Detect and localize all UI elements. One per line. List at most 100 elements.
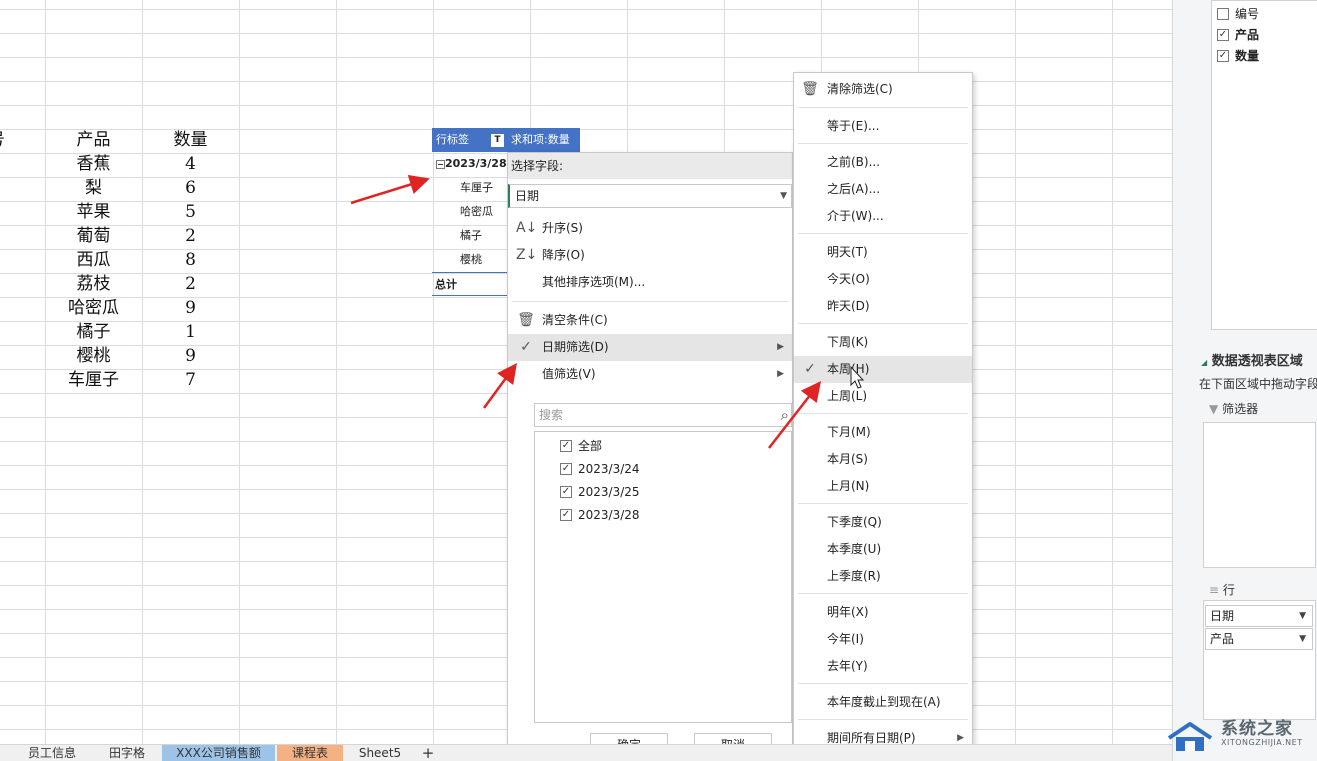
cell-id[interactable] [0,224,18,248]
date-filter-item[interactable]: ✓ 日期筛选(D) ▶ [508,334,792,361]
cell-product[interactable]: 橘子 [45,320,142,344]
search-icon[interactable]: ⌕ [781,404,789,426]
cell-product[interactable]: 梨 [45,176,142,200]
checkbox-checked-icon[interactable]: ✓ [560,440,572,452]
between-item[interactable]: 介于(W)... [794,203,972,230]
checkbox-checked-icon[interactable]: ✓ [560,486,572,498]
sheet-tab[interactable]: XXX公司销售额 [162,745,275,761]
cell-product[interactable]: 葡萄 [45,224,142,248]
add-sheet-button[interactable]: + [418,745,438,761]
cell-qty[interactable]: 2 [142,272,239,296]
pivot-item[interactable]: 哈密瓜 [432,200,507,224]
yesterday-item[interactable]: 昨天(D) [794,293,972,320]
collapse-icon[interactable]: − [436,159,445,169]
cell-id[interactable] [0,344,18,368]
year-to-date-item[interactable]: 本年度截止到现在(A) [794,689,972,716]
after-item[interactable]: 之后(A)... [794,176,972,203]
field-item[interactable]: ✓ 数量 [1217,46,1259,66]
header-id[interactable]: 号 [0,128,18,152]
before-item[interactable]: 之前(B)... [794,149,972,176]
cell-id[interactable] [0,152,18,176]
sheet-tab[interactable]: 课程表 [277,745,343,761]
cell-qty[interactable]: 1 [142,320,239,344]
pivot-item[interactable]: 樱桃 [432,248,507,272]
clear-filter-item[interactable]: 🗑 清除筛选(C) [794,76,972,103]
cell-qty[interactable]: 8 [142,248,239,272]
sort-ascending-item[interactable]: A↓ 升序(S) [508,215,792,242]
this-year-item[interactable]: 今年(I) [794,626,972,653]
header-product[interactable]: 产品 [45,128,142,152]
sheet-tab[interactable]: Sheet5 [345,745,415,761]
cell-id[interactable] [0,320,18,344]
equals-item[interactable]: 等于(E)... [794,113,972,140]
last-quarter-item[interactable]: 上季度(R) [794,563,972,590]
next-year-item[interactable]: 明年(X) [794,599,972,626]
sheet-tab[interactable]: 员工信息 [12,745,92,761]
checkbox-checked-icon[interactable]: ✓ [560,509,572,521]
cell-product[interactable]: 哈密瓜 [45,296,142,320]
cell-product[interactable]: 香蕉 [45,152,142,176]
cell-id[interactable] [0,200,18,224]
next-month-item[interactable]: 下月(M) [794,419,972,446]
last-month-item[interactable]: 上月(N) [794,473,972,500]
caret-down-icon[interactable]: ▼ [1299,629,1306,649]
pivot-group-row[interactable]: −2023/3/28 [432,152,507,176]
cell-id[interactable] [0,272,18,296]
sort-more-item[interactable]: 其他排序选项(M)... [508,269,792,296]
pivot-total[interactable]: 总计 [432,272,507,296]
field-item[interactable]: ✓ 产品 [1217,25,1259,45]
checkbox-checked-icon[interactable]: ✓ [1217,50,1229,62]
value-list-item[interactable]: ✓ 2023/3/25 [560,482,640,502]
pivot-area-title[interactable]: ◢ 数据透视表区域 [1201,350,1303,369]
pivot-row-label-header[interactable]: 行标签 T [432,128,507,152]
cell-product[interactable]: 苹果 [45,200,142,224]
cell-id[interactable] [0,176,18,200]
value-list-item[interactable]: ✓ 2023/3/24 [560,459,640,479]
cell-product[interactable]: 车厘子 [45,368,142,392]
clear-conditions-item[interactable]: 🗑 清空条件(C) [508,307,792,334]
value-filter-item[interactable]: 值筛选(V) ▶ [508,361,792,388]
pivot-item[interactable]: 车厘子 [432,176,507,200]
field-item[interactable]: 编号 [1217,4,1259,24]
cell-product[interactable]: 樱桃 [45,344,142,368]
cell-id[interactable]: 0 [0,368,18,392]
cell-qty[interactable]: 5 [142,200,239,224]
sheet-tab[interactable]: 田字格 [92,745,162,761]
checkbox-unchecked-icon[interactable] [1217,8,1229,20]
next-week-item[interactable]: 下周(K) [794,329,972,356]
value-list-item[interactable]: ✓ 全部 [560,436,602,456]
field-select[interactable]: 日期 ▼ [508,184,792,208]
sort-descending-item[interactable]: Z↓ 降序(O) [508,242,792,269]
this-quarter-item[interactable]: 本季度(U) [794,536,972,563]
pivot-value-header[interactable]: 求和项:数量 [507,128,580,152]
row-field-product[interactable]: 产品 ▼ [1205,628,1313,650]
today-item[interactable]: 今天(O) [794,266,972,293]
filters-drop-area[interactable] [1203,422,1316,568]
cell-qty[interactable]: 6 [142,176,239,200]
this-month-item[interactable]: 本月(S) [794,446,972,473]
checkbox-checked-icon[interactable]: ✓ [560,463,572,475]
row-field-date[interactable]: 日期 ▼ [1205,605,1313,627]
all-dates-label: 期间所有日期(P) [827,731,916,745]
header-qty[interactable]: 数量 [142,128,239,152]
filter-icon[interactable]: T [491,134,504,147]
cell-qty[interactable]: 2 [142,224,239,248]
pivot-item[interactable]: 橘子 [432,224,507,248]
cell-id[interactable] [0,296,18,320]
cell-qty[interactable]: 9 [142,296,239,320]
last-week-item[interactable]: 上周(L) [794,383,972,410]
this-week-item[interactable]: ✓ 本周(H) [794,356,972,383]
search-input[interactable]: 搜索 ⌕ [534,403,792,427]
checkbox-checked-icon[interactable]: ✓ [1217,29,1229,41]
cell-id[interactable] [0,248,18,272]
last-year-item[interactable]: 去年(Y) [794,653,972,680]
cell-qty[interactable]: 7 [142,368,239,392]
cell-qty[interactable]: 9 [142,344,239,368]
next-quarter-item[interactable]: 下季度(Q) [794,509,972,536]
caret-down-icon[interactable]: ▼ [1299,606,1306,626]
cell-product[interactable]: 西瓜 [45,248,142,272]
tomorrow-item[interactable]: 明天(T) [794,239,972,266]
value-list-item[interactable]: ✓ 2023/3/28 [560,505,640,525]
cell-product[interactable]: 荔枝 [45,272,142,296]
cell-qty[interactable]: 4 [142,152,239,176]
